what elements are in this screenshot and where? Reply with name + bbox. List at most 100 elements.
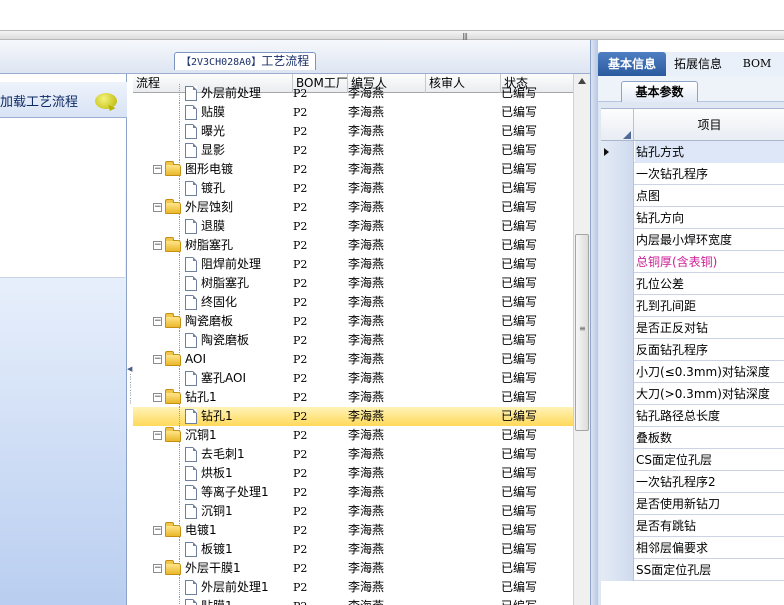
grid-vertical-scrollbar[interactable]: ≡ <box>573 74 590 605</box>
param-row[interactable]: 孔到孔间距 <box>601 295 784 317</box>
row-indicator[interactable] <box>601 427 634 449</box>
table-row[interactable]: 镀孔 P2 李海燕 已编写 <box>133 179 573 198</box>
table-row[interactable]: − 外层干膜1 P2 李海燕 已编写 <box>133 559 573 578</box>
collapse-toggle-icon[interactable]: − <box>153 317 162 326</box>
row-indicator[interactable] <box>601 163 634 185</box>
tree-node[interactable]: 塞孔AOI <box>185 369 246 388</box>
collapse-toggle-icon[interactable]: − <box>153 564 162 573</box>
table-row[interactable]: 外层前处理1 P2 李海燕 已编写 <box>133 578 573 597</box>
table-row[interactable]: 退膜 P2 李海燕 已编写 <box>133 217 573 236</box>
table-row[interactable]: 沉铜1 P2 李海燕 已编写 <box>133 502 573 521</box>
param-row[interactable]: 孔位公差 <box>601 273 784 295</box>
table-row[interactable]: 贴膜 P2 李海燕 已编写 <box>133 103 573 122</box>
collapse-toggle-icon[interactable]: − <box>153 393 162 402</box>
table-row[interactable]: 显影 P2 李海燕 已编写 <box>133 141 573 160</box>
param-row[interactable]: 大刀(>0.3mm)对钻深度 <box>601 383 784 405</box>
table-row[interactable]: 陶瓷磨板 P2 李海燕 已编写 <box>133 331 573 350</box>
row-indicator[interactable] <box>601 339 634 361</box>
tab-bom[interactable]: BOM <box>730 52 784 76</box>
process-title-tab[interactable]: 【2V3CH028A0】工艺流程 <box>174 52 317 70</box>
panel-divider[interactable] <box>590 40 598 605</box>
param-row[interactable]: 小刀(≤0.3mm)对钻深度 <box>601 361 784 383</box>
tree-node[interactable]: 镀孔 <box>185 179 225 198</box>
table-row[interactable]: 贴膜1 P2李海燕 已编写 <box>133 597 573 605</box>
tree-node[interactable]: 等离子处理1 <box>185 483 269 502</box>
tree-node[interactable]: 陶瓷磨板 <box>185 331 249 350</box>
collapse-toggle-icon[interactable]: − <box>153 241 162 250</box>
collapse-toggle-icon[interactable]: − <box>153 431 162 440</box>
table-row[interactable]: − 树脂塞孔 P2 李海燕 已编写 <box>133 236 573 255</box>
tree-node[interactable]: 外层前处理1 <box>185 578 269 597</box>
chat-bubble-icon[interactable] <box>95 93 117 109</box>
collapse-toggle-icon[interactable]: − <box>153 165 162 174</box>
row-indicator[interactable] <box>601 361 634 383</box>
tree-node[interactable]: − 图形电镀 <box>153 160 233 179</box>
params-column-header[interactable]: 项目 <box>635 109 784 141</box>
tree-node[interactable]: 显影 <box>185 141 225 160</box>
param-row[interactable]: CS面定位孔层 <box>601 449 784 471</box>
param-row[interactable]: 相邻层偏要求 <box>601 537 784 559</box>
table-row[interactable]: 阻焊前处理 P2 李海燕 已编写 <box>133 255 573 274</box>
param-row[interactable]: 叠板数 <box>601 427 784 449</box>
table-row[interactable]: 烘板1 P2 李海燕 已编写 <box>133 464 573 483</box>
row-indicator[interactable] <box>601 471 634 493</box>
tree-node[interactable]: − 外层蚀刻 <box>153 198 233 217</box>
table-row[interactable]: 板镀1 P2 李海燕 已编写 <box>133 540 573 559</box>
tab-extended-info[interactable]: 拓展信息 <box>666 52 730 76</box>
tree-node[interactable]: − AOI <box>153 350 206 369</box>
tree-node[interactable]: − 树脂塞孔 <box>153 236 233 255</box>
table-row[interactable]: 外层前处理 P2 李海燕 已编写 <box>133 84 573 103</box>
tree-node[interactable]: 曝光 <box>185 122 225 141</box>
param-row[interactable]: 反面钻孔程序 <box>601 339 784 361</box>
table-row[interactable]: 钻孔1 P2 李海燕 已编写 <box>133 407 573 426</box>
table-row[interactable]: 等离子处理1 P2 李海燕 已编写 <box>133 483 573 502</box>
param-row[interactable]: 钻孔路径总长度 <box>601 405 784 427</box>
row-indicator[interactable] <box>601 449 634 471</box>
row-indicator[interactable] <box>601 295 634 317</box>
param-row[interactable]: 是否有跳钻 <box>601 515 784 537</box>
collapse-toggle-icon[interactable]: − <box>153 203 162 212</box>
horizontal-splitter[interactable]: ||| <box>0 30 784 41</box>
table-row[interactable]: − 沉铜1 P2 李海燕 已编写 <box>133 426 573 445</box>
row-indicator[interactable] <box>601 559 634 581</box>
tree-node[interactable]: 退膜 <box>185 217 225 236</box>
row-indicator[interactable] <box>601 515 634 537</box>
table-row[interactable]: − 钻孔1 P2 李海燕 已编写 <box>133 388 573 407</box>
row-indicator[interactable] <box>601 405 634 427</box>
tree-node[interactable]: 钻孔1 <box>185 407 233 426</box>
tree-node[interactable]: 外层前处理 <box>185 84 261 103</box>
table-row[interactable]: − 图形电镀 P2 李海燕 已编写 <box>133 160 573 179</box>
row-indicator[interactable] <box>601 185 634 207</box>
tree-node[interactable]: 贴膜1 <box>185 597 233 605</box>
row-indicator[interactable] <box>601 251 634 273</box>
tree-node[interactable]: − 电镀1 <box>153 521 217 540</box>
tree-node[interactable]: 树脂塞孔 <box>185 274 249 293</box>
table-row[interactable]: 去毛刺1 P2 李海燕 已编写 <box>133 445 573 464</box>
tree-node[interactable]: 阻焊前处理 <box>185 255 261 274</box>
scrollbar-thumb[interactable]: ≡ <box>575 234 589 431</box>
param-row[interactable]: SS面定位孔层 <box>601 559 784 581</box>
tree-node[interactable]: − 外层干膜1 <box>153 559 241 578</box>
row-indicator[interactable] <box>601 317 634 339</box>
tree-node[interactable]: − 钻孔1 <box>153 388 217 407</box>
load-process-header[interactable]: 加载工艺流程 <box>0 82 127 118</box>
select-all-corner[interactable] <box>601 109 634 141</box>
param-row[interactable]: 钻孔方向 <box>601 207 784 229</box>
row-indicator[interactable] <box>601 537 634 559</box>
param-row[interactable]: 点图 <box>601 185 784 207</box>
table-row[interactable]: 曝光 P2 李海燕 已编写 <box>133 122 573 141</box>
row-indicator[interactable] <box>601 493 634 515</box>
tree-node[interactable]: − 陶瓷磨板 <box>153 312 233 331</box>
collapse-toggle-icon[interactable]: − <box>153 355 162 364</box>
param-row[interactable]: 内层最小焊环宽度 <box>601 229 784 251</box>
tree-node[interactable]: − 沉铜1 <box>153 426 217 445</box>
table-row[interactable]: − 陶瓷磨板 P2 李海燕 已编写 <box>133 312 573 331</box>
table-row[interactable]: 终固化 P2 李海燕 已编写 <box>133 293 573 312</box>
param-row[interactable]: 是否正反对钻 <box>601 317 784 339</box>
row-indicator[interactable] <box>601 207 634 229</box>
tree-node[interactable]: 沉铜1 <box>185 502 233 521</box>
table-row[interactable]: − 外层蚀刻 P2 李海燕 已编写 <box>133 198 573 217</box>
row-indicator[interactable] <box>601 229 634 251</box>
row-indicator[interactable] <box>601 141 634 163</box>
table-row[interactable]: 树脂塞孔 P2 李海燕 已编写 <box>133 274 573 293</box>
